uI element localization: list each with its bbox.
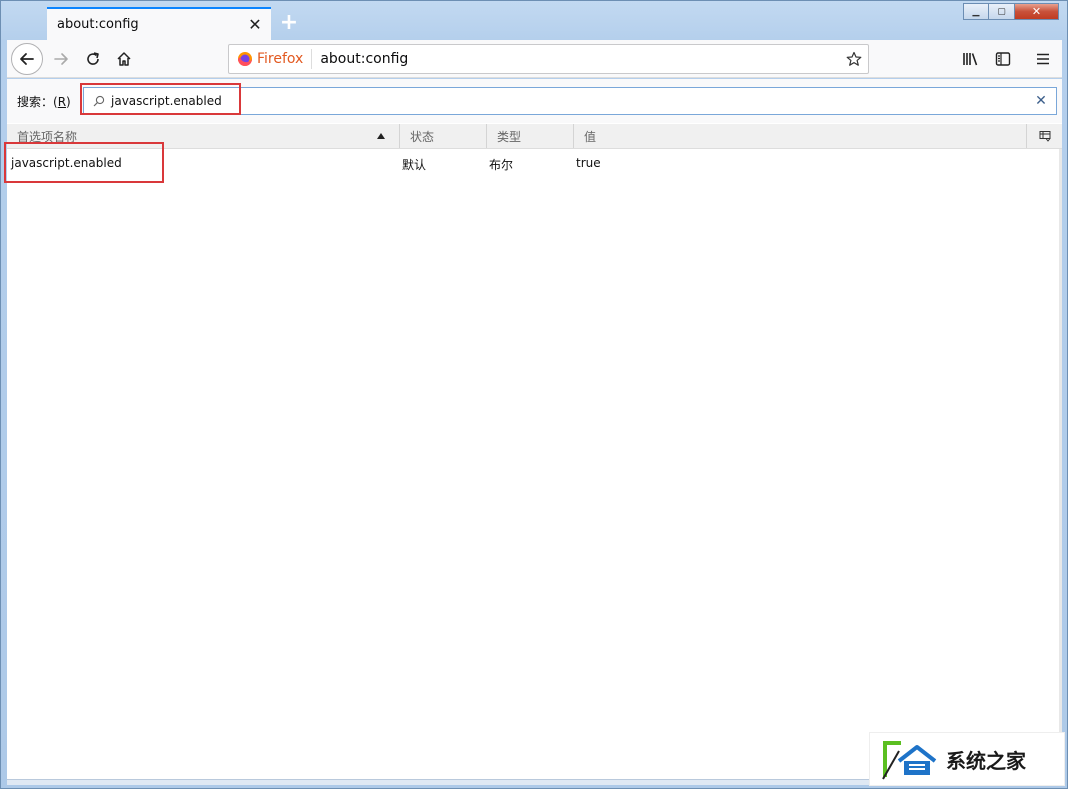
column-picker-icon[interactable] (1037, 128, 1053, 144)
search-icon (93, 94, 107, 108)
back-button[interactable] (11, 43, 43, 75)
column-header-name[interactable]: 首选项名称 (7, 124, 400, 148)
minimize-button[interactable]: ▁ (963, 3, 989, 20)
sidebar-icon (995, 52, 1011, 66)
browser-window: about:config ✕ + ▁ ▢ ✕ Firefox about:con… (0, 0, 1068, 789)
reload-icon (87, 52, 99, 65)
table-header: 首选项名称 状态 类型 值 (7, 124, 1062, 149)
library-icon (963, 53, 978, 66)
tab-title: about:config (57, 17, 139, 32)
search-row: 搜索：(R) javascript.enabled ✕ (7, 79, 1062, 123)
sort-ascending-icon (377, 133, 385, 139)
home-icon (117, 52, 131, 66)
clear-icon[interactable]: ✕ (1030, 90, 1052, 112)
column-header-status[interactable]: 状态 (400, 124, 487, 148)
column-header-type[interactable]: 类型 (487, 124, 574, 148)
search-input[interactable]: javascript.enabled (111, 94, 1030, 108)
back-arrow-icon (20, 53, 34, 65)
watermark: 系统之家 (869, 732, 1065, 786)
scrollbar[interactable] (1059, 149, 1062, 779)
navigation-toolbar: Firefox about:config (7, 40, 1062, 78)
about-config-page: 搜索：(R) javascript.enabled ✕ 首选项名称 状态 类型 … (4, 79, 1062, 779)
firefox-logo-icon (238, 52, 252, 66)
column-header-value[interactable]: 值 (574, 124, 1027, 148)
new-tab-button[interactable]: + (277, 10, 301, 35)
window-controls: ▁ ▢ ✕ (963, 3, 1059, 20)
tab-about-config[interactable]: about:config ✕ (47, 7, 271, 40)
search-field[interactable]: javascript.enabled ✕ (83, 87, 1057, 115)
maximize-button[interactable]: ▢ (989, 3, 1015, 20)
tab-close-icon[interactable]: ✕ (247, 15, 263, 34)
sidebar-button[interactable] (989, 45, 1017, 73)
home-button[interactable] (110, 45, 138, 73)
pref-status-cell: 默认 (402, 158, 427, 172)
forward-arrow-icon (54, 53, 68, 65)
library-button[interactable] (957, 45, 985, 73)
search-label: 搜索：(R) (17, 95, 71, 109)
identity-label: Firefox (257, 51, 304, 67)
pref-value-cell: true (576, 156, 601, 170)
close-window-button[interactable]: ✕ (1015, 3, 1059, 20)
pref-type-cell: 布尔 (489, 158, 514, 172)
house-logo-icon (878, 737, 940, 781)
bookmark-star-button[interactable] (840, 45, 868, 73)
table-row[interactable]: javascript.enabled 默认 布尔 true (7, 151, 1062, 173)
forward-button[interactable] (47, 45, 75, 73)
identity-box[interactable]: Firefox (229, 49, 313, 69)
reload-button[interactable] (79, 45, 107, 73)
watermark-text: 系统之家 (946, 748, 1026, 773)
url-bar[interactable]: Firefox about:config (228, 44, 869, 74)
bookmark-star-icon (846, 51, 862, 66)
menu-button[interactable] (1029, 45, 1057, 73)
menu-icon (1037, 53, 1049, 65)
url-text[interactable]: about:config (320, 51, 840, 67)
pref-name-cell: javascript.enabled (11, 156, 122, 170)
